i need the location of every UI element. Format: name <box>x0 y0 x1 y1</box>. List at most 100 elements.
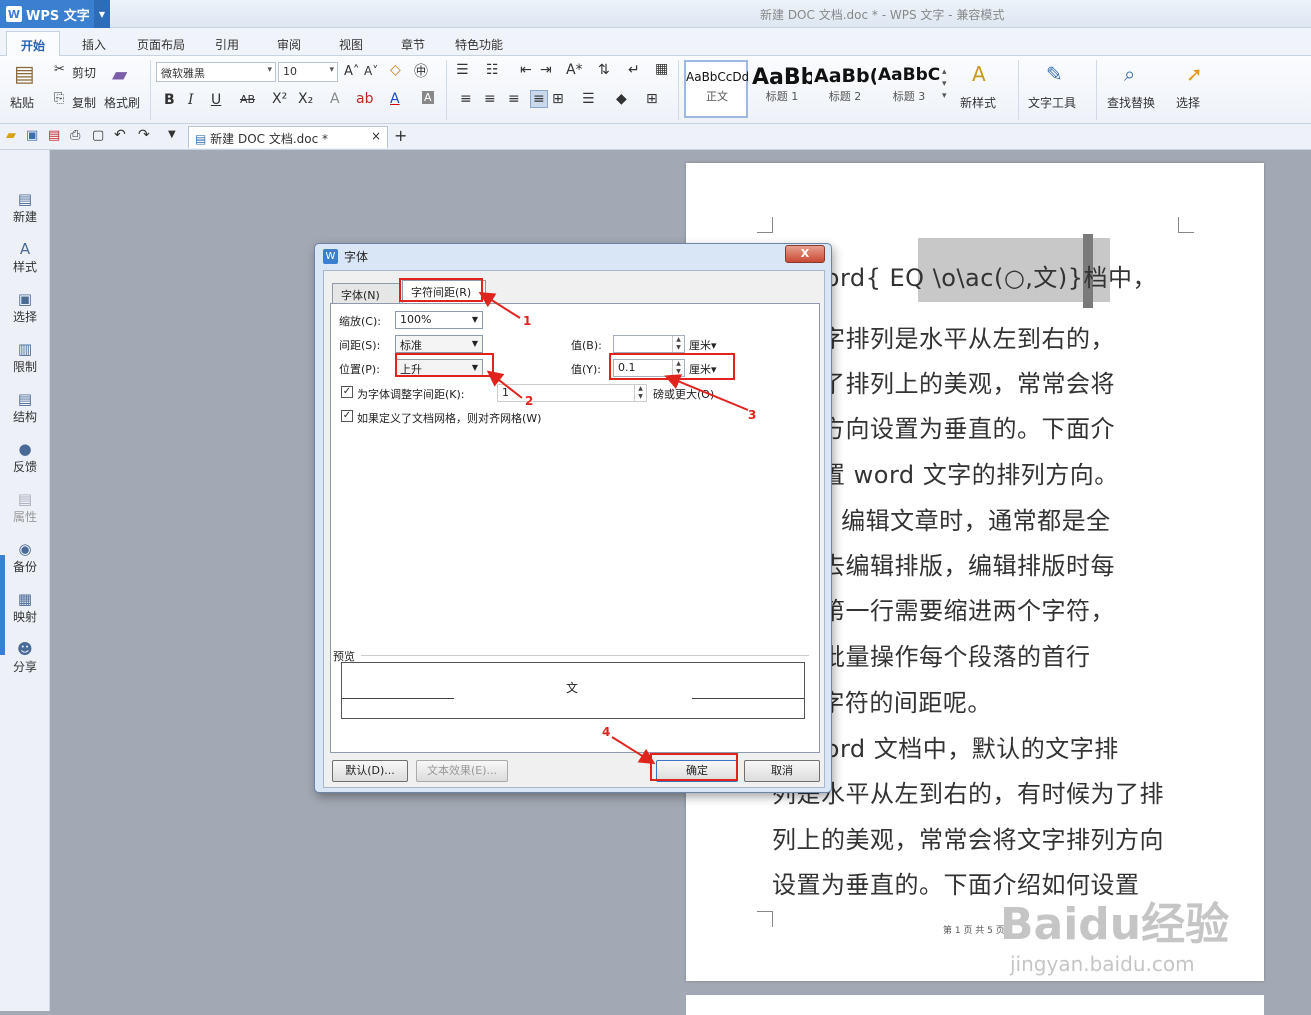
bullet-list-icon[interactable]: ☰ <box>456 62 469 78</box>
sidebar-label: 样式 <box>12 260 37 274</box>
font-name-select[interactable]: 微软雅黑 <box>156 62 276 82</box>
save-icon[interactable]: ▣ <box>26 128 38 143</box>
grow-font-icon[interactable]: A˄ <box>344 64 359 79</box>
kerning-input[interactable]: 1 ▲ ▼ <box>497 384 647 402</box>
app-menu-button[interactable]: W WPS 文字 ▼ <box>0 0 110 28</box>
pdf-icon[interactable]: ▤ <box>48 128 60 143</box>
style-heading-1[interactable]: AaBb 标题 1 <box>752 62 812 116</box>
spacing-by-input[interactable]: ▲ ▼ <box>613 335 685 353</box>
preview-icon[interactable]: ▢ <box>92 128 104 143</box>
justify-icon[interactable]: ≡ <box>530 90 548 108</box>
underline-icon[interactable]: U <box>211 92 221 108</box>
show-marks-icon[interactable]: ↵ <box>628 62 640 78</box>
grid-checkbox[interactable]: ✓ <box>341 410 353 422</box>
align-left-icon[interactable]: ≡ <box>460 91 472 107</box>
align-right-icon[interactable]: ≡ <box>508 91 520 107</box>
highlight-icon[interactable]: ab <box>356 91 373 107</box>
table-icon[interactable]: ▦ <box>655 61 668 77</box>
strikethrough-icon[interactable]: AB <box>240 93 255 106</box>
scale-select[interactable]: 100% ▼ <box>395 311 483 329</box>
style-normal[interactable]: AaBbCcDd 正文 <box>686 62 748 116</box>
scissors-icon[interactable]: ✂ <box>54 62 65 77</box>
line-spacing-icon[interactable]: ☰ <box>582 91 595 107</box>
tab-insert[interactable]: 插入 <box>82 36 106 53</box>
print-icon[interactable]: ⎙ <box>70 128 80 143</box>
sidebar-item-style[interactable]: A 样式 <box>0 240 50 275</box>
numbered-list-icon[interactable]: ☷ <box>486 62 499 78</box>
decrease-indent-icon[interactable]: ⇤ <box>520 62 532 78</box>
tab-references[interactable]: 引用 <box>215 36 239 53</box>
text-effects-button[interactable]: 文本效果(E)... <box>416 760 508 782</box>
shading-icon[interactable]: ◆ <box>616 91 627 107</box>
border-icon[interactable]: ⊞ <box>646 91 658 107</box>
tab-home[interactable]: 开始 <box>6 31 61 56</box>
align-center-icon[interactable]: ≡ <box>484 91 496 107</box>
unit-b[interactable]: 厘米▾ <box>689 337 717 353</box>
kerning-checkbox[interactable]: ✓ <box>341 386 353 398</box>
bold-icon[interactable]: B <box>164 92 175 108</box>
sort-icon[interactable]: ⇅ <box>598 62 610 78</box>
find-replace-button[interactable]: 查找替换 <box>1107 94 1155 111</box>
subscript-icon[interactable]: X₂ <box>298 91 313 107</box>
sidebar-item-feedback[interactable]: ● 反馈 <box>0 440 50 475</box>
close-icon[interactable]: × <box>371 129 381 143</box>
text-tools-button[interactable]: 文字工具 <box>1028 94 1076 111</box>
sidebar-item-new[interactable]: ▤ 新建 <box>0 190 50 225</box>
superscript-icon[interactable]: X² <box>272 91 287 107</box>
style-heading-3[interactable]: AaBbC 标题 3 <box>878 62 940 116</box>
close-button[interactable]: X <box>785 245 825 263</box>
redo-icon[interactable]: ↷ <box>138 127 150 143</box>
sidebar-collapse-handle[interactable] <box>0 555 5 655</box>
phonetic-icon[interactable]: ㊥ <box>414 61 428 81</box>
tab-chapter[interactable]: 章节 <box>401 36 425 53</box>
sidebar-item-properties[interactable]: ▤ 属性 <box>0 490 50 525</box>
tab-review[interactable]: 审阅 <box>277 36 301 53</box>
sidebar-item-structure[interactable]: ▤ 结构 <box>0 390 50 425</box>
text-tools-icon[interactable]: ✎ <box>1046 62 1063 86</box>
sidebar-item-select[interactable]: ▣ 选择 <box>0 290 50 325</box>
spacing-select[interactable]: 标准 ▼ <box>395 335 483 353</box>
select-button[interactable]: 选择 <box>1176 94 1200 111</box>
distribute-icon[interactable]: ⊞ <box>552 91 564 107</box>
paste-icon[interactable]: ▤ <box>14 62 35 87</box>
new-style-icon[interactable]: A <box>972 62 986 86</box>
char-shading-icon[interactable]: A <box>422 91 434 104</box>
format-painter-button[interactable]: 格式刷 <box>104 94 140 111</box>
default-button[interactable]: 默认(D)... <box>332 760 408 782</box>
find-replace-icon[interactable]: ⌕ <box>1124 62 1135 86</box>
undo-icon[interactable]: ↶ <box>114 127 126 143</box>
shrink-font-icon[interactable]: A˅ <box>364 64 378 78</box>
open-icon[interactable]: ▰ <box>6 128 16 143</box>
font-size-select[interactable]: 10 <box>278 62 338 82</box>
paste-button[interactable]: 粘贴 <box>10 94 34 111</box>
clear-format-icon[interactable]: ◇ <box>390 62 401 78</box>
sidebar-item-share[interactable]: ☻ 分享 <box>0 640 50 675</box>
spin-icon[interactable]: ▲ ▼ <box>672 336 684 352</box>
chevron-down-icon[interactable]: ▼ <box>94 0 110 28</box>
tab-view[interactable]: 视图 <box>339 36 363 53</box>
spin-icon[interactable]: ▲ ▼ <box>634 385 646 401</box>
cancel-button[interactable]: 取消 <box>744 760 820 782</box>
copy-button[interactable]: 复制 <box>72 94 96 111</box>
document-tab[interactable]: ▤ 新建 DOC 文档.doc * × <box>188 126 388 148</box>
text-direction-icon[interactable]: A* <box>566 62 583 78</box>
sidebar-item-map[interactable]: ▦ 映射 <box>0 590 50 625</box>
increase-indent-icon[interactable]: ⇥ <box>540 62 552 78</box>
tab-font[interactable]: 字体(N) <box>332 283 400 303</box>
new-style-button[interactable]: 新样式 <box>960 94 996 111</box>
sidebar-item-restrict[interactable]: ▥ 限制 <box>0 340 50 375</box>
sidebar-item-backup[interactable]: ◉ 备份 <box>0 540 50 575</box>
style-heading-2[interactable]: AaBb( 标题 2 <box>814 62 876 116</box>
italic-icon[interactable]: I <box>188 92 194 108</box>
cut-button[interactable]: 剪切 <box>72 64 96 81</box>
font-color-icon[interactable]: A <box>390 91 400 107</box>
tab-features[interactable]: 特色功能 <box>455 36 503 53</box>
text-effect-icon[interactable]: A <box>330 91 340 107</box>
add-tab-icon[interactable]: + <box>394 126 407 145</box>
styles-scroll-icon[interactable]: ▴ ▾ ▾ <box>942 66 947 102</box>
tab-layout[interactable]: 页面布局 <box>137 36 185 53</box>
copy-icon[interactable]: ⎘ <box>54 91 64 106</box>
cursor-icon[interactable]: ➚ <box>1186 62 1203 86</box>
brush-icon[interactable]: ▰ <box>112 62 127 86</box>
chevron-down-icon[interactable]: ▼ <box>168 129 176 140</box>
